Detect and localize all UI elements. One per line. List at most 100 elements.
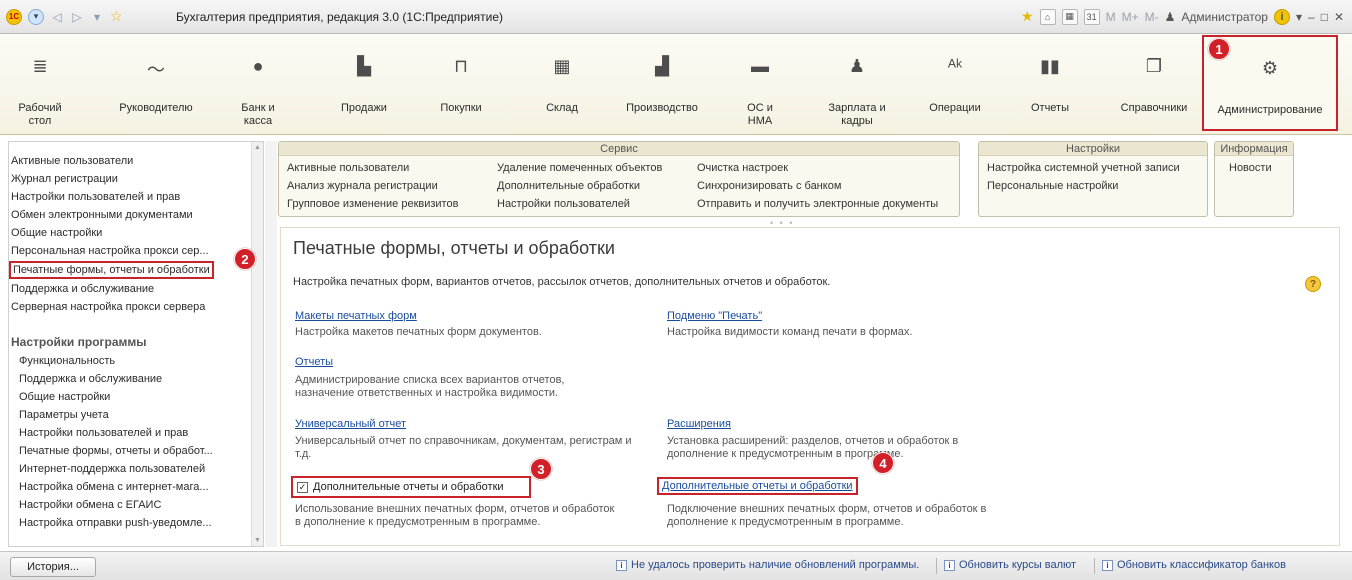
scroll-down-icon[interactable]: ▼	[254, 537, 261, 544]
section-manager[interactable]: 〜 Руководителю	[110, 34, 202, 135]
calculator-icon[interactable]: ▦	[1061, 8, 1078, 25]
dropdown-icon[interactable]: ▾	[1296, 10, 1302, 24]
section-sales[interactable]: ▙ Продажи	[324, 34, 404, 135]
info-small-icon: i	[944, 559, 955, 571]
panel-splitter[interactable]	[265, 141, 277, 547]
info-link[interactable]: Новости	[1229, 162, 1272, 174]
nav-event-log[interactable]: Журнал регистрации	[11, 173, 118, 185]
nav-print-forms[interactable]: Печатные формы, отчеты и обработки	[9, 261, 214, 279]
nav-sub-item[interactable]: Интернет-поддержка пользователей	[19, 463, 205, 475]
link-description: т.д.	[295, 448, 312, 460]
link-universal-report[interactable]: Универсальный отчет	[295, 418, 406, 430]
link-print-layouts[interactable]: Макеты печатных форм	[295, 310, 417, 322]
link-reports[interactable]: Отчеты	[295, 356, 333, 368]
history-icon[interactable]: ⌂	[1039, 8, 1056, 25]
section-assets[interactable]: ▬ ОС и НМА	[730, 34, 790, 135]
user-icon: ♟	[1164, 9, 1176, 24]
section-catalogs[interactable]: ❐ Справочники	[1112, 34, 1196, 135]
forward-arrow-icon[interactable]: ▷	[70, 10, 84, 24]
service-link[interactable]: Активные пользователи	[287, 162, 409, 174]
link-additional-reports[interactable]: Дополнительные отчеты и обработки	[662, 480, 853, 492]
service-link[interactable]: Дополнительные обработки	[497, 180, 640, 192]
nav-group-title: Настройки программы	[11, 335, 147, 349]
service-link[interactable]: Групповое изменение реквизитов	[287, 198, 458, 210]
service-link[interactable]: Синхронизировать с банком	[697, 180, 841, 192]
nav-sub-item[interactable]: Настройки пользователей и прав	[19, 427, 188, 439]
history-button[interactable]: История...	[10, 557, 96, 577]
nav-sub-item[interactable]: Функциональность	[19, 355, 115, 367]
service-link[interactable]: Настройки пользователей	[497, 198, 630, 210]
main-menu-icon[interactable]: ▾	[28, 8, 44, 25]
memory-plus-button[interactable]: M+	[1122, 10, 1139, 24]
history-dropdown-icon[interactable]: ▾	[90, 10, 104, 24]
section-reports[interactable]: ▮▮ Отчеты	[1010, 34, 1090, 135]
settings-link[interactable]: Персональные настройки	[987, 180, 1118, 192]
info-icon[interactable]: i	[1273, 8, 1290, 25]
nav-sub-item[interactable]: Настройка обмена с интернет-мага...	[19, 481, 209, 493]
sections-panel: ≣ Рабочий стол 〜 Руководителю ● Банк и к…	[0, 34, 1352, 135]
nav-sub-item[interactable]: Общие настройки	[19, 391, 110, 403]
settings-link[interactable]: Настройка системной учетной записи	[987, 162, 1180, 174]
favorites-star-icon[interactable]: ☆	[110, 8, 123, 25]
nav-server-proxy[interactable]: Серверная настройка прокси сервера	[11, 301, 205, 313]
section-label: ОС и НМА	[747, 102, 773, 127]
section-operations[interactable]: ᴬᵏ Операции	[910, 34, 1000, 135]
status-update-banks[interactable]: i Обновить классификатор банков	[1102, 559, 1286, 571]
trend-icon: 〜	[147, 60, 165, 80]
status-update-currency[interactable]: i Обновить курсы валют	[944, 559, 1076, 571]
nav-user-settings[interactable]: Настройки пользователей и прав	[11, 191, 180, 203]
service-link[interactable]: Отправить и получить электронные докумен…	[697, 198, 938, 210]
status-text[interactable]: Обновить классификатор банков	[1117, 559, 1286, 571]
nav-general-settings[interactable]: Общие настройки	[11, 227, 102, 239]
status-update-check[interactable]: i Не удалось проверить наличие обновлени…	[616, 559, 919, 571]
link-description: Администрирование списка всех вариантов …	[295, 374, 565, 386]
additional-reports-checkbox[interactable]: ✓ Дополнительные отчеты и обработки	[291, 476, 531, 498]
section-label: Покупки	[440, 102, 482, 114]
back-arrow-icon[interactable]: ◁	[50, 10, 64, 24]
link-print-submenu[interactable]: Подменю "Печать"	[667, 310, 762, 322]
checkbox-checked-icon[interactable]: ✓	[297, 481, 308, 493]
nav-personal-proxy[interactable]: Персональная настройка прокси сер...	[11, 245, 209, 257]
nav-sub-item[interactable]: Настройка отправки push-уведомле...	[19, 517, 212, 529]
calendar-icon[interactable]: 31	[1083, 8, 1100, 25]
section-label: Операции	[929, 102, 981, 114]
section-warehouse[interactable]: ▦ Склад	[522, 34, 602, 135]
minimize-icon[interactable]: –	[1308, 10, 1315, 24]
nav-sub-item[interactable]: Параметры учета	[19, 409, 109, 421]
section-purchases[interactable]: ⊓ Покупки	[416, 34, 506, 135]
service-link[interactable]: Удаление помеченных объектов	[497, 162, 662, 174]
status-text[interactable]: Не удалось проверить наличие обновлений …	[631, 559, 919, 571]
section-salary[interactable]: ♟ Зарплата и кадры	[812, 34, 902, 135]
left-navigation: Активные пользователи Журнал регистрации…	[8, 141, 264, 547]
user-name[interactable]: Администратор	[1181, 10, 1268, 24]
section-desktop[interactable]: ≣ Рабочий стол	[10, 34, 70, 135]
section-bank[interactable]: ● Банк и касса	[230, 34, 286, 135]
section-label: Продажи	[341, 102, 387, 114]
nav-scrollbar[interactable]: ▲ ▼	[251, 142, 263, 546]
app-logo-icon[interactable]: 1С	[6, 8, 22, 25]
section-production[interactable]: ▟ Производство	[614, 34, 710, 135]
close-icon[interactable]: ✕	[1334, 10, 1344, 24]
nav-sub-item[interactable]: Настройки обмена с ЕГАИС	[19, 499, 161, 511]
nav-sub-item[interactable]: Печатные формы, отчеты и обработ...	[19, 445, 213, 457]
nav-sub-item[interactable]: Поддержка и обслуживание	[19, 373, 162, 385]
service-link[interactable]: Анализ журнала регистрации	[287, 180, 438, 192]
nav-edoc-exchange[interactable]: Обмен электронными документами	[11, 209, 193, 221]
status-separator	[1094, 558, 1095, 574]
nav-support[interactable]: Поддержка и обслуживание	[11, 283, 154, 295]
maximize-icon[interactable]: □	[1321, 10, 1328, 24]
status-text[interactable]: Обновить курсы валют	[959, 559, 1076, 571]
favorites-icon[interactable]: ★	[1021, 8, 1034, 25]
memory-minus-button[interactable]: M-	[1145, 10, 1159, 24]
help-icon[interactable]: ?	[1305, 276, 1321, 292]
step-badge-4: 4	[872, 452, 894, 474]
link-extensions[interactable]: Расширения	[667, 418, 731, 430]
nav-active-users[interactable]: Активные пользователи	[11, 155, 133, 167]
settings-group: Настройки Настройка системной учетной за…	[978, 141, 1208, 217]
scroll-up-icon[interactable]: ▲	[254, 144, 261, 151]
info-title: Информация	[1215, 142, 1293, 156]
cart-icon: ⊓	[453, 56, 469, 76]
memory-button[interactable]: M	[1106, 10, 1116, 24]
operations-icon: ᴬᵏ	[947, 56, 963, 76]
service-link[interactable]: Очистка настроек	[697, 162, 788, 174]
